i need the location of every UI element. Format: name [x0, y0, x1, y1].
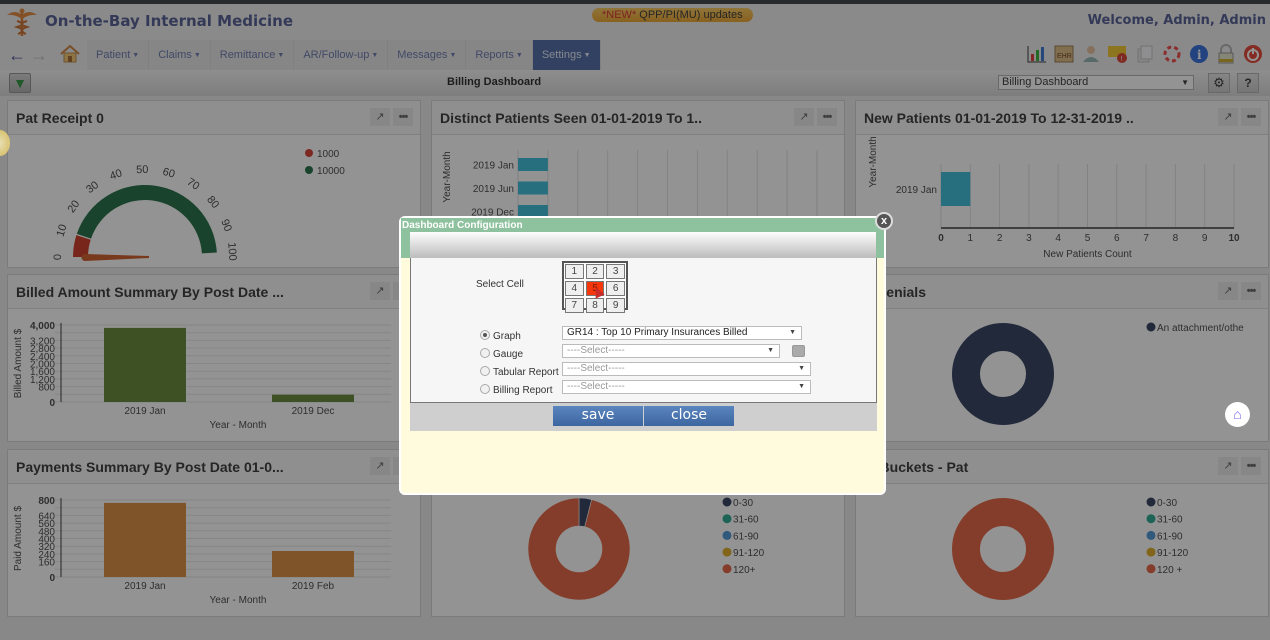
select-cell-label: Select Cell — [476, 279, 524, 290]
option-graph: Graph — [480, 330, 521, 346]
dialog-inner-header — [410, 232, 876, 258]
option-select[interactable]: GR14 : Top 10 Primary Insurances Billed ▼ — [562, 326, 802, 340]
chevron-down-icon: ▼ — [798, 383, 805, 390]
cell-9[interactable]: 9 — [606, 298, 625, 313]
save-button[interactable]: save — [553, 406, 643, 426]
cell-8[interactable]: 8 — [585, 298, 605, 313]
close-button[interactable]: close — [644, 406, 734, 426]
option-billing-report: Billing Report — [480, 384, 552, 400]
cell-7[interactable]: 7 — [565, 298, 584, 313]
cell-6[interactable]: 6 — [606, 281, 625, 296]
close-icon: x — [880, 215, 888, 227]
option-select[interactable]: ----Select----- ▼ — [562, 344, 780, 358]
radio-button[interactable] — [480, 366, 490, 376]
option-label: Tabular Report — [493, 367, 559, 378]
option-select[interactable]: ----Select----- ▼ — [562, 362, 811, 376]
gauge-options-button[interactable] — [792, 345, 805, 357]
option-tabular-report: Tabular Report — [480, 366, 559, 382]
dialog-close-button[interactable]: x — [875, 212, 893, 230]
select-value: GR14 : Top 10 Primary Insurances Billed — [567, 327, 748, 338]
option-gauge: Gauge — [480, 348, 523, 364]
select-value: ----Select----- — [567, 345, 625, 356]
option-label: Billing Report — [493, 385, 553, 396]
dashboard-configuration-dialog: Dashboard Configuration x Select Cell 12… — [399, 212, 893, 495]
option-label: Graph — [493, 331, 521, 342]
dialog-title: Dashboard Configuration — [402, 220, 523, 231]
chevron-down-icon: ▼ — [798, 365, 805, 372]
radio-button[interactable] — [480, 348, 490, 358]
radio-button[interactable] — [480, 384, 490, 394]
option-label: Gauge — [493, 349, 524, 360]
cell-4[interactable]: 4 — [565, 281, 584, 296]
cell-1[interactable]: 1 — [565, 264, 584, 279]
cell-3[interactable]: 3 — [606, 264, 625, 279]
select-value: ----Select----- — [567, 363, 625, 374]
clickup-widget-icon[interactable]: ⌂ — [1225, 402, 1250, 427]
cell-2[interactable]: 2 — [585, 264, 605, 279]
chevron-down-icon: ▼ — [789, 329, 796, 336]
dialog-footer: save close — [410, 403, 877, 431]
chevron-down-icon: ▼ — [767, 347, 774, 354]
cell-grid: 123456789 — [562, 261, 628, 313]
radio-button[interactable] — [480, 330, 490, 340]
dialog-body: Select Cell 123456789 Graph GR14 : Top 10… — [410, 258, 877, 403]
option-select[interactable]: ----Select----- ▼ — [562, 380, 811, 394]
select-value: ----Select----- — [567, 381, 625, 392]
